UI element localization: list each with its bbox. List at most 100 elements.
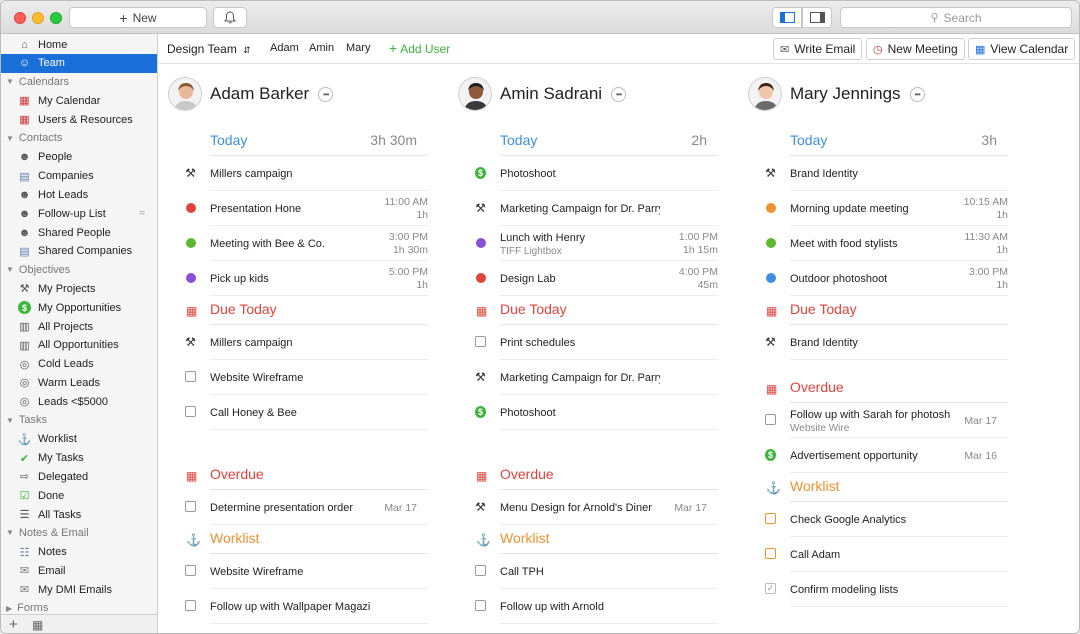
list-item[interactable]: Check Google Analytics [765,502,1008,537]
sidebar-group-notes-email[interactable]: ▼ Notes & Email [6,527,89,539]
disclosure-down-icon[interactable]: ▼ [6,265,14,274]
sidebar-group-tasks[interactable]: ▼ Tasks [6,414,47,426]
zoom-window-button[interactable] [50,12,62,24]
disclosure-down-icon[interactable]: ▼ [6,134,14,143]
sidebar-item-my-opportunities[interactable]: $ My Opportunities [1,298,157,317]
sidebar-group-contacts[interactable]: ▼ Contacts [6,132,62,144]
list-item[interactable]: Website Wireframe [185,554,428,589]
list-item[interactable]: Outdoor photoshoot 3:00 PM 1h [765,261,1008,296]
list-item[interactable]: ⚒ Marketing Campaign for Dr. Parry Kenum [475,191,718,226]
sidebar-item-warm-leads[interactable]: ◎ Warm Leads [1,373,157,392]
close-window-button[interactable] [14,12,26,24]
sidebar-item-leads-5000[interactable]: ◎ Leads <$5000 [1,392,157,411]
new-meeting-button[interactable]: ◷ New Meeting [866,38,965,60]
list-item[interactable]: Call Honey & Bee [185,395,428,430]
checkbox[interactable] [185,406,196,417]
list-item[interactable]: Call TPH [475,554,718,589]
list-item[interactable]: Print schedules [475,325,718,360]
list-item[interactable]: ⚒ Millers campaign [185,325,428,360]
toggle-inspector-button[interactable] [802,7,832,28]
list-item[interactable]: Follow up with Wallpaper Magazine [185,589,428,624]
list-item[interactable]: ✓ Confirm modeling lists [765,572,1008,607]
list-item[interactable]: ⚒ Brand Identity [765,325,1008,360]
sidebar-item-email[interactable]: ✉ Email [1,561,157,580]
list-item[interactable]: Website Wireframe [185,360,428,395]
list-item[interactable]: Follow up with Arnold [475,589,718,624]
sidebar-item-shared-people[interactable]: ☻ Shared People [1,223,157,242]
avatar[interactable] [168,77,202,111]
search-field[interactable]: ⚲ Search [840,7,1072,28]
list-item[interactable]: Presentation Hone 11:00 AM 1h [185,191,428,226]
list-item[interactable]: Determine presentation order Mar 17 [185,490,428,525]
write-email-button[interactable]: ✉ Write Email [773,38,863,60]
sidebar-item-shared-companies[interactable]: ▤ Shared Companies [1,242,157,261]
sidebar-group-objectives[interactable]: ▼ Objectives [6,264,70,276]
minimize-window-button[interactable] [32,12,44,24]
list-item[interactable]: Pick up kids 5:00 PM 1h [185,261,428,296]
sidebar-item-my-tasks[interactable]: ✔ My Tasks [1,449,157,468]
new-button[interactable]: + New [69,7,207,28]
avatar[interactable] [748,77,782,111]
sidebar-item-companies[interactable]: ▤ Companies [1,167,157,186]
disclosure-right-icon[interactable]: ▶ [6,604,12,613]
list-item[interactable]: Lunch with Henry TIFF Lightbox 1:00 PM 1h 1… [475,226,718,261]
view-calendar-button[interactable]: ▦ View Calendar [968,38,1076,60]
checkbox[interactable] [765,414,776,425]
checkbox[interactable] [765,548,776,559]
list-item[interactable]: Meet with food stylists 11:30 AM 1h [765,226,1008,261]
sidebar-item-hot-leads[interactable]: ☻ Hot Leads [1,185,157,204]
sidebar-item-delegated[interactable]: ⇨ Delegated [1,467,157,486]
grid-icon[interactable]: ▦ [32,618,43,632]
member-filter-amin[interactable]: Amin [309,42,334,54]
checkbox[interactable] [475,565,486,576]
list-item[interactable]: ⚒ Menu Design for Arnold's Diner Mar 17 [475,490,718,525]
checkbox[interactable] [185,371,196,382]
sidebar-item-worklist[interactable]: ⚓ Worklist [1,430,157,449]
checkbox[interactable] [185,600,196,611]
add-user-button[interactable]: + Add User [389,40,450,56]
list-item[interactable]: Meeting with Bee & Co. 3:00 PM 1h 30m [185,226,428,261]
member-filter-mary[interactable]: Mary [346,42,370,54]
sidebar-item-follow-up-list[interactable]: ☻ Follow-up List ≈ [1,204,157,223]
list-item[interactable]: $ Advertisement opportunity Mar 16 [765,438,1008,473]
list-item[interactable]: Design Lab 4:00 PM 45m [475,261,718,296]
sidebar-item-team[interactable]: ☺ Team [1,53,157,73]
list-item[interactable]: ⚒ Marketing Campaign for Dr. Parry Kenum [475,360,718,395]
avatar[interactable] [458,77,492,111]
sidebar-item-home[interactable]: ⌂ Home [1,35,157,54]
sidebar-item-all-opportunities[interactable]: ▥ All Opportunities [1,336,157,355]
list-item[interactable]: $ Photoshoot [475,156,718,191]
member-filter-adam[interactable]: Adam [270,42,299,54]
team-selector[interactable]: Design Team ⇵ [167,42,251,56]
list-item[interactable]: ⚒ Brand Identity [765,156,1008,191]
add-icon[interactable]: + [9,616,18,633]
sidebar-item-notes[interactable]: ☷ Notes [1,543,157,562]
sidebar-item-done[interactable]: ☑ Done [1,486,157,505]
sidebar-item-my-calendar[interactable]: ▦ My Calendar [1,91,157,110]
sidebar-item-people[interactable]: ☻ People [1,148,157,167]
list-item[interactable]: Morning update meeting 10:15 AM 1h [765,191,1008,226]
checkbox[interactable] [185,565,196,576]
checkbox[interactable] [185,501,196,512]
sidebar-item-users-resources[interactable]: ▦ Users & Resources [1,110,157,129]
disclosure-down-icon[interactable]: ▼ [6,528,14,537]
checkbox-checked[interactable]: ✓ [765,583,776,594]
sidebar-item-all-projects[interactable]: ▥ All Projects [1,317,157,336]
sidebar-group-calendars[interactable]: ▼ Calendars [6,76,69,88]
sidebar-group-forms[interactable]: ▶ Forms [6,602,48,614]
list-item[interactable]: Call Adam [765,537,1008,572]
list-item[interactable]: Follow up with Sarah for photosh... Websi… [765,403,1008,438]
checkbox[interactable] [475,600,486,611]
list-item[interactable]: $ Photoshoot [475,395,718,430]
checkbox[interactable] [475,336,486,347]
sidebar-item-cold-leads[interactable]: ◎ Cold Leads [1,355,157,374]
list-item[interactable]: ⚒ Millers campaign [185,156,428,191]
more-options-button[interactable]: ••• [909,86,925,102]
toggle-sidebar-button[interactable] [772,7,802,28]
checkbox[interactable] [765,513,776,524]
disclosure-down-icon[interactable]: ▼ [6,416,14,425]
sidebar-item-my-projects[interactable]: ⚒ My Projects [1,279,157,298]
notifications-button[interactable] [213,7,247,28]
more-options-button[interactable]: ••• [611,86,627,102]
more-options-button[interactable]: ••• [318,86,334,102]
